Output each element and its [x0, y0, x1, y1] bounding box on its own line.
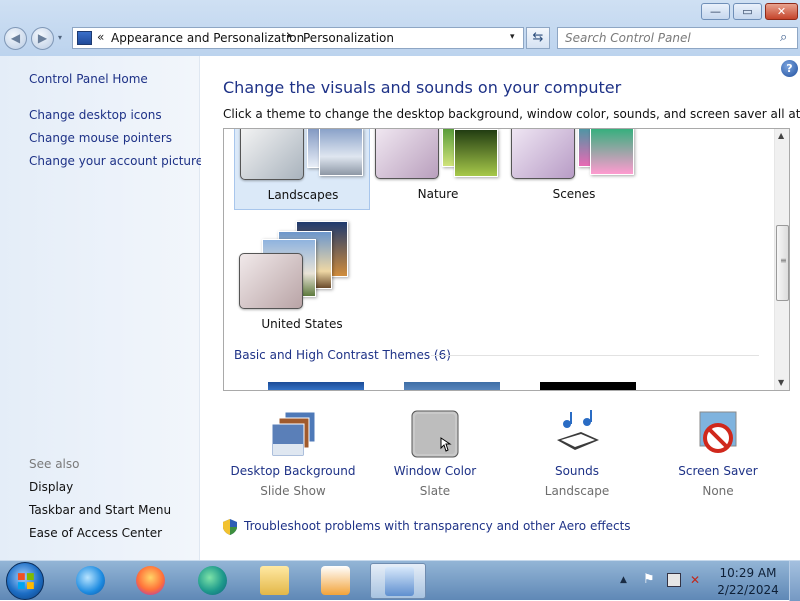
start-button[interactable]: ■ ■ ■ ■	[6, 562, 44, 600]
minimize-button[interactable]: —	[701, 3, 730, 20]
taskbar-media-player[interactable]	[307, 563, 363, 599]
screen-saver-link[interactable]: Screen Saver	[648, 464, 788, 478]
change-desktop-icons-link[interactable]: Change desktop icons	[29, 108, 162, 122]
internet-explorer-icon	[76, 566, 105, 595]
taskbar-edge[interactable]	[184, 563, 240, 599]
windows-logo-icon: ■	[17, 581, 26, 591]
show-desktop-button[interactable]	[789, 561, 800, 601]
recent-pages-dropdown-icon[interactable]: ▾	[58, 33, 62, 42]
troubleshoot-aero-link[interactable]: Troubleshoot problems with transparency …	[244, 519, 631, 533]
taskbar: ■ ■ ■ ■ ▲ ⚑ ✕ 10:29 AM 2/22/2024	[0, 560, 800, 601]
theme-landscapes[interactable]: Landscapes	[234, 129, 370, 210]
theme-label: Landscapes	[267, 188, 339, 202]
help-icon[interactable]: ?	[781, 60, 798, 77]
scroll-grip-icon: ≡	[780, 256, 787, 265]
control-panel-icon	[77, 31, 92, 45]
theme-list-scrollbar[interactable]: ▲ ≡ ▼	[774, 129, 789, 390]
theme-label: Nature	[417, 187, 459, 201]
window-color-link[interactable]: Window Color	[365, 464, 505, 478]
theme-color-swatch	[240, 129, 304, 180]
clock-date[interactable]: 2/22/2024	[710, 583, 786, 597]
theme-preview-image	[319, 129, 363, 176]
clock-time[interactable]: 10:29 AM	[710, 566, 786, 580]
theme-united-states[interactable]: United States	[234, 217, 370, 337]
scroll-down-icon[interactable]: ▼	[778, 378, 784, 387]
address-dropdown-icon[interactable]: ▾	[510, 32, 515, 42]
theme-label: United States	[261, 317, 343, 331]
page-title: Change the visuals and sounds on your co…	[223, 78, 622, 97]
theme-label: Scenes	[552, 187, 596, 201]
screen-saver-value: None	[702, 484, 734, 498]
file-explorer-icon	[260, 566, 289, 595]
breadcrumb-appearance[interactable]: Appearance and Personalization	[111, 31, 304, 45]
screen-saver-icon	[699, 411, 737, 453]
theme-scenes[interactable]: Scenes	[506, 129, 642, 210]
forward-button[interactable]: ▶	[31, 27, 54, 50]
edge-icon	[198, 566, 227, 595]
theme-color-swatch	[511, 129, 575, 179]
back-button[interactable]: ◀	[4, 27, 27, 50]
address-bar[interactable]: « Appearance and Personalization ▸ Perso…	[72, 27, 524, 49]
group-divider	[431, 355, 759, 356]
page-description: Click a theme to change the desktop back…	[223, 107, 800, 121]
theme-preview-image	[590, 129, 634, 175]
volume-muted-icon[interactable]: ✕	[690, 573, 704, 587]
firefox-icon	[136, 566, 165, 595]
theme-color-swatch	[375, 129, 439, 179]
window-color-value: Slate	[419, 484, 451, 498]
breadcrumb-overflow-icon[interactable]: «	[97, 30, 104, 44]
windows-logo-icon: ■	[26, 581, 35, 591]
scroll-up-icon[interactable]: ▲	[778, 131, 784, 140]
main-content: ? Change the visuals and sounds on your …	[201, 56, 800, 560]
refresh-button[interactable]: ⇆	[526, 27, 550, 49]
media-player-icon	[321, 566, 350, 595]
taskbar-file-explorer[interactable]	[246, 563, 302, 599]
uac-shield-icon	[223, 519, 237, 535]
sounds-value: Landscape	[544, 484, 610, 498]
network-icon[interactable]	[667, 573, 681, 587]
sounds-link[interactable]: Sounds	[507, 464, 647, 478]
search-input[interactable]	[558, 28, 768, 48]
change-mouse-pointers-link[interactable]: Change mouse pointers	[29, 131, 172, 145]
basic-theme-preview[interactable]	[404, 382, 500, 390]
theme-preview-image	[454, 129, 498, 177]
theme-color-swatch	[239, 253, 303, 309]
basic-theme-preview[interactable]	[540, 382, 636, 390]
desktop-background-icon	[271, 411, 316, 457]
basic-themes-heading: Basic and High Contrast Themes (6)	[234, 348, 451, 362]
close-button[interactable]: ✕	[765, 3, 798, 20]
control-panel-icon	[385, 567, 414, 596]
breadcrumb-personalization[interactable]: Personalization	[303, 31, 394, 45]
window-titlebar: — ▭ ✕ ◀ ▶ ▾ « Appearance and Personaliza…	[0, 0, 800, 56]
theme-list[interactable]: Landscapes Nature Scenes United States B…	[223, 128, 790, 391]
maximize-button[interactable]: ▭	[733, 3, 762, 20]
action-center-flag-icon[interactable]: ⚑	[643, 573, 657, 587]
display-link[interactable]: Display	[29, 480, 73, 494]
ease-of-access-link[interactable]: Ease of Access Center	[29, 526, 162, 540]
desktop-background-value: Slide Show	[260, 484, 326, 498]
taskbar-firefox[interactable]	[122, 563, 178, 599]
see-also-heading: See also	[29, 457, 80, 471]
taskbar-control-panel[interactable]	[370, 563, 426, 599]
basic-theme-preview[interactable]	[268, 382, 364, 390]
taskbar-start-menu-link[interactable]: Taskbar and Start Menu	[29, 503, 171, 517]
control-panel-home-link[interactable]: Control Panel Home	[29, 72, 148, 86]
theme-nature[interactable]: Nature	[370, 129, 506, 210]
show-hidden-icons-icon[interactable]: ▲	[620, 575, 627, 585]
search-box[interactable]: ⌕	[557, 27, 798, 49]
scroll-thumb[interactable]: ≡	[776, 225, 789, 301]
taskbar-internet-explorer[interactable]	[62, 563, 118, 599]
search-icon[interactable]: ⌕	[780, 30, 787, 45]
sounds-icon	[557, 410, 599, 450]
change-account-picture-link[interactable]: Change your account picture	[29, 154, 203, 168]
refresh-icon: ⇆	[532, 30, 544, 45]
window-color-icon	[411, 410, 459, 458]
sidebar: Control Panel Home Change desktop icons …	[0, 56, 203, 560]
breadcrumb-chevron-icon[interactable]: ▸	[288, 31, 293, 41]
desktop-background-link[interactable]: Desktop Background	[223, 464, 363, 478]
